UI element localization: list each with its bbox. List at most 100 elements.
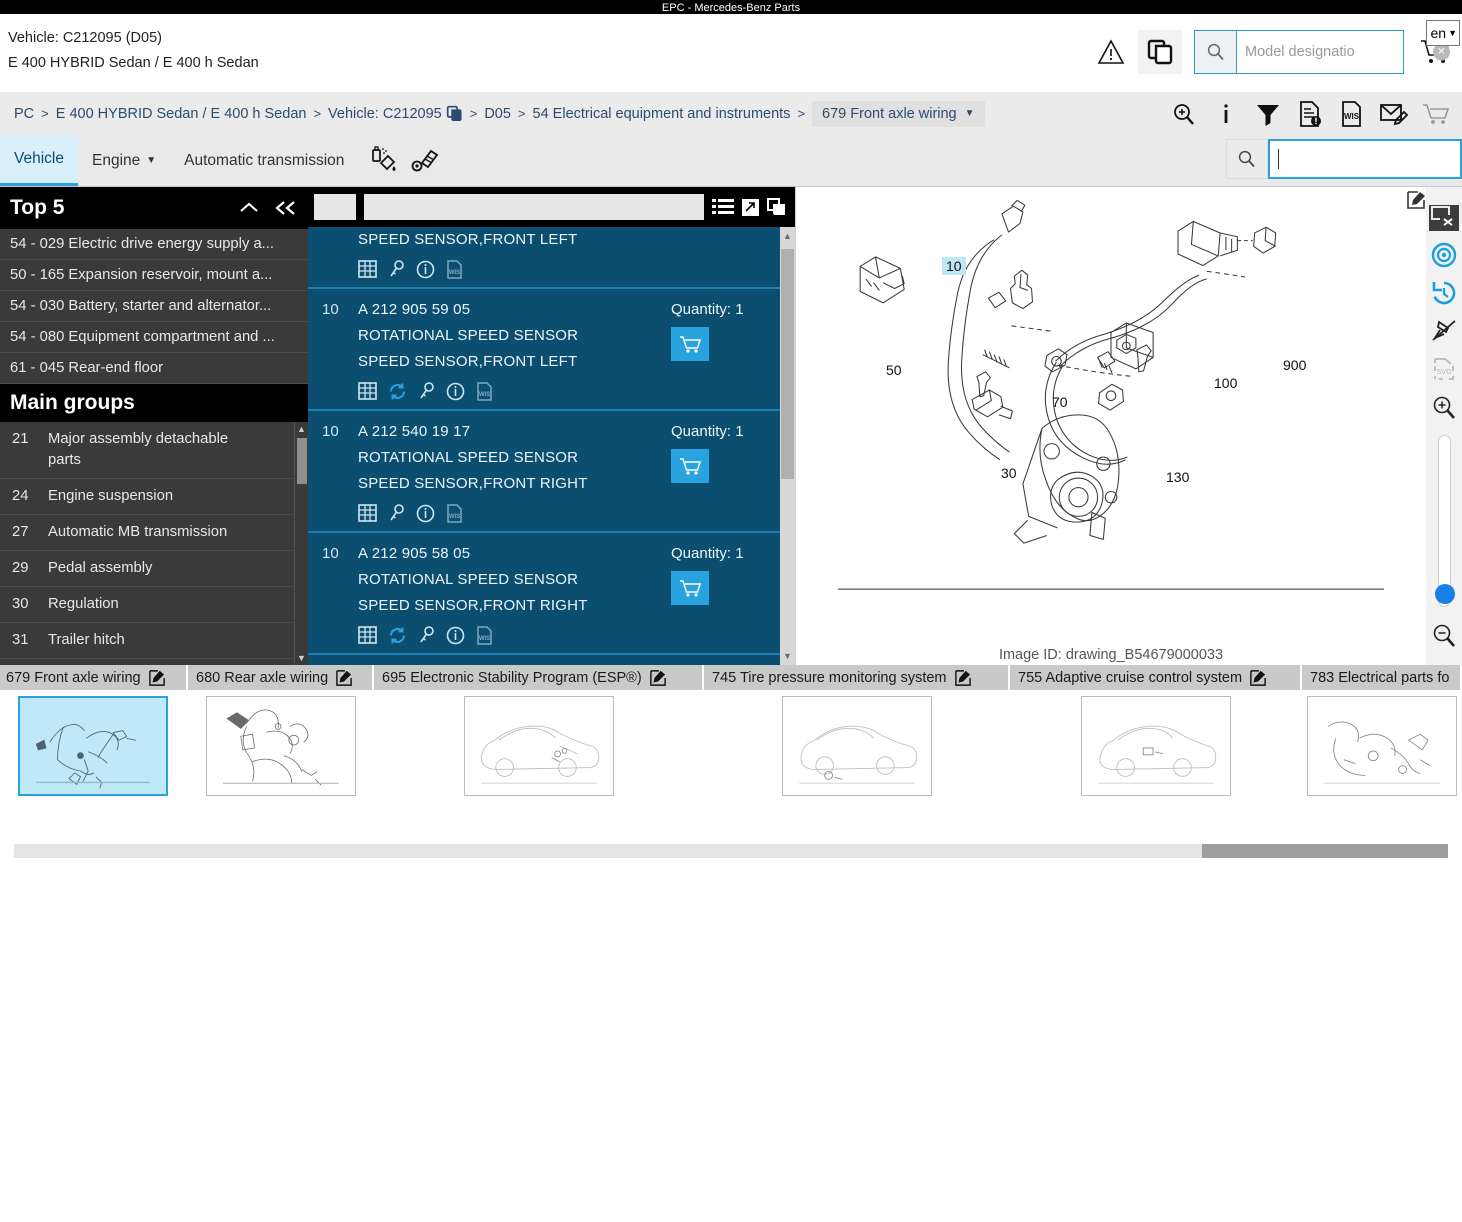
breadcrumb-item-pc[interactable]: PC bbox=[14, 106, 34, 122]
scroll-down-arrow-icon[interactable]: ▼ bbox=[297, 653, 306, 663]
popout-icon[interactable] bbox=[767, 197, 787, 217]
tab-engine[interactable]: Engine ▼ bbox=[78, 135, 170, 186]
top5-item[interactable]: 54 - 030 Battery, starter and alternator… bbox=[0, 291, 308, 322]
key-icon[interactable] bbox=[388, 260, 405, 278]
info-icon[interactable] bbox=[416, 504, 435, 523]
main-search[interactable] bbox=[1226, 139, 1462, 179]
table-icon[interactable] bbox=[358, 260, 377, 278]
table-row[interactable]: SPEED SENSOR,FRONT LEFT WIS bbox=[308, 227, 795, 289]
edit-icon[interactable] bbox=[148, 669, 165, 686]
thumbnail-680[interactable] bbox=[206, 696, 356, 796]
sidebar-item-30[interactable]: 30 Regulation bbox=[0, 587, 308, 623]
breadcrumb-current-dropdown[interactable]: 679 Front axle wiring ▼ bbox=[812, 100, 985, 127]
key-icon[interactable] bbox=[418, 382, 435, 400]
info-icon[interactable] bbox=[446, 626, 465, 645]
strip-tab-695[interactable]: 695 Electronic Stability Program (ESP®) bbox=[374, 665, 704, 690]
table-row[interactable]: 10 A 212 905 59 05 ROTATIONAL SPEED SENS… bbox=[308, 289, 795, 411]
breadcrumb-item-vehicle[interactable]: Vehicle: C212095 bbox=[328, 106, 442, 122]
sidebar-scrollbar[interactable]: ▲ ▼ bbox=[294, 422, 308, 665]
mail-edit-icon[interactable] bbox=[1380, 100, 1408, 128]
sidebar-item-27[interactable]: 27 Automatic MB transmission bbox=[0, 515, 308, 551]
replace-icon[interactable] bbox=[388, 382, 407, 401]
thumbnail-755[interactable] bbox=[1081, 696, 1231, 796]
thumbnail-679[interactable] bbox=[18, 696, 168, 796]
breadcrumb-item-model[interactable]: E 400 HYBRID Sedan / E 400 h Sedan bbox=[56, 106, 307, 122]
wis-icon[interactable]: WIS bbox=[476, 381, 493, 401]
top5-item[interactable]: 54 - 080 Equipment compartment and ... bbox=[0, 322, 308, 353]
table-icon[interactable] bbox=[358, 504, 377, 522]
zoom-in-icon[interactable] bbox=[1170, 100, 1198, 128]
model-search-input[interactable]: Model designatio bbox=[1237, 31, 1403, 73]
part-number[interactable]: A 212 540 19 17 bbox=[358, 419, 665, 445]
parts-pos-filter-input[interactable] bbox=[314, 194, 356, 220]
unpin-icon[interactable] bbox=[1430, 317, 1458, 345]
edit-icon[interactable] bbox=[649, 669, 666, 686]
key-icon[interactable] bbox=[418, 626, 435, 644]
add-to-cart-button[interactable] bbox=[671, 571, 709, 605]
info-icon[interactable] bbox=[416, 260, 435, 279]
zoom-in-icon[interactable] bbox=[1430, 393, 1458, 421]
top5-item[interactable]: 50 - 165 Expansion reservoir, mount a... bbox=[0, 260, 308, 291]
thumbnail-695[interactable] bbox=[464, 696, 614, 796]
paint-spray-icon[interactable] bbox=[368, 145, 398, 176]
add-to-cart-button[interactable] bbox=[671, 327, 709, 361]
history-undo-icon[interactable] bbox=[1430, 279, 1458, 307]
add-to-cart-button[interactable] bbox=[671, 449, 709, 483]
zoom-slider[interactable] bbox=[1434, 435, 1455, 607]
model-designation-search[interactable]: Model designatio ✕ bbox=[1194, 30, 1450, 74]
zoom-out-icon[interactable] bbox=[1430, 621, 1458, 649]
breadcrumb-item-group[interactable]: 54 Electrical equipment and instruments bbox=[533, 106, 791, 122]
exploded-view-drawing[interactable] bbox=[796, 187, 1426, 637]
sidebar-item-21[interactable]: 21 Major assembly detachable parts bbox=[0, 422, 308, 479]
parts-filter-input[interactable] bbox=[364, 194, 704, 220]
main-search-input[interactable] bbox=[1268, 139, 1462, 179]
language-select[interactable]: en ▼ bbox=[1425, 20, 1460, 46]
close-window-icon[interactable] bbox=[1429, 205, 1459, 231]
wis-icon[interactable]: WIS bbox=[446, 259, 463, 279]
tab-vehicle[interactable]: Vehicle bbox=[0, 135, 78, 186]
sidebar-item-31[interactable]: 31 Trailer hitch bbox=[0, 623, 308, 659]
scroll-down-arrow-icon[interactable]: ▼ bbox=[783, 651, 792, 661]
top5-item[interactable]: 54 - 029 Electric drive energy supply a.… bbox=[0, 229, 308, 260]
cart-icon[interactable] bbox=[1422, 100, 1450, 128]
scroll-up-arrow-icon[interactable]: ▲ bbox=[297, 424, 306, 434]
sidebar-item-29[interactable]: 29 Pedal assembly bbox=[0, 551, 308, 587]
scrollbar-thumb[interactable] bbox=[297, 438, 307, 484]
part-number[interactable]: A 212 905 58 05 bbox=[358, 541, 665, 567]
strip-tab-783[interactable]: 783 Electrical parts fo bbox=[1302, 665, 1462, 690]
strip-tab-680[interactable]: 680 Rear axle wiring bbox=[188, 665, 374, 690]
info-icon[interactable] bbox=[446, 382, 465, 401]
edit-icon[interactable] bbox=[336, 669, 353, 686]
edit-icon[interactable] bbox=[1250, 669, 1266, 686]
strip-tab-755[interactable]: 755 Adaptive cruise control system bbox=[1010, 665, 1302, 690]
filter-icon[interactable] bbox=[1254, 100, 1282, 128]
wis-icon[interactable]: WIS bbox=[476, 625, 493, 645]
table-icon[interactable] bbox=[358, 382, 377, 400]
strip-tab-679[interactable]: 679 Front axle wiring bbox=[0, 665, 188, 690]
target-icon[interactable] bbox=[1430, 241, 1458, 269]
warning-triangle-icon[interactable] bbox=[1096, 37, 1126, 67]
table-icon[interactable] bbox=[358, 626, 377, 644]
list-view-icon[interactable] bbox=[712, 198, 734, 216]
thumbnail-745[interactable] bbox=[782, 696, 932, 796]
scrollbar-thumb[interactable] bbox=[781, 249, 794, 479]
expand-icon[interactable] bbox=[741, 198, 760, 217]
bolt-wrench-icon[interactable] bbox=[410, 146, 440, 176]
collapse-left-icon[interactable] bbox=[274, 200, 298, 216]
strip-horizontal-scrollbar[interactable] bbox=[14, 844, 1448, 858]
copy-icon[interactable] bbox=[446, 105, 463, 122]
clear-x-icon[interactable]: ✕ bbox=[1433, 43, 1450, 61]
chevron-up-icon[interactable] bbox=[238, 200, 260, 216]
wis-document-icon[interactable]: WIS bbox=[1338, 100, 1366, 128]
breadcrumb-item-d05[interactable]: D05 bbox=[484, 106, 511, 122]
key-icon[interactable] bbox=[388, 504, 405, 522]
scrollbar-thumb[interactable] bbox=[1202, 844, 1448, 858]
parts-drawing[interactable]: 10 50 30 70 130 100 900 bbox=[796, 187, 1426, 637]
parts-list-scrollbar[interactable]: ▲ ▼ bbox=[780, 227, 795, 665]
tab-automatic-transmission[interactable]: Automatic transmission bbox=[170, 135, 358, 186]
zoom-slider-handle[interactable] bbox=[1434, 584, 1455, 604]
strip-tab-745[interactable]: 745 Tire pressure monitoring system bbox=[704, 665, 1010, 690]
table-row[interactable]: 10 A 212 540 19 17 ROTATIONAL SPEED SENS… bbox=[308, 411, 795, 533]
copy-button[interactable] bbox=[1138, 30, 1182, 74]
sidebar-item-32[interactable]: 32 Springs, suspension and bbox=[0, 659, 308, 665]
